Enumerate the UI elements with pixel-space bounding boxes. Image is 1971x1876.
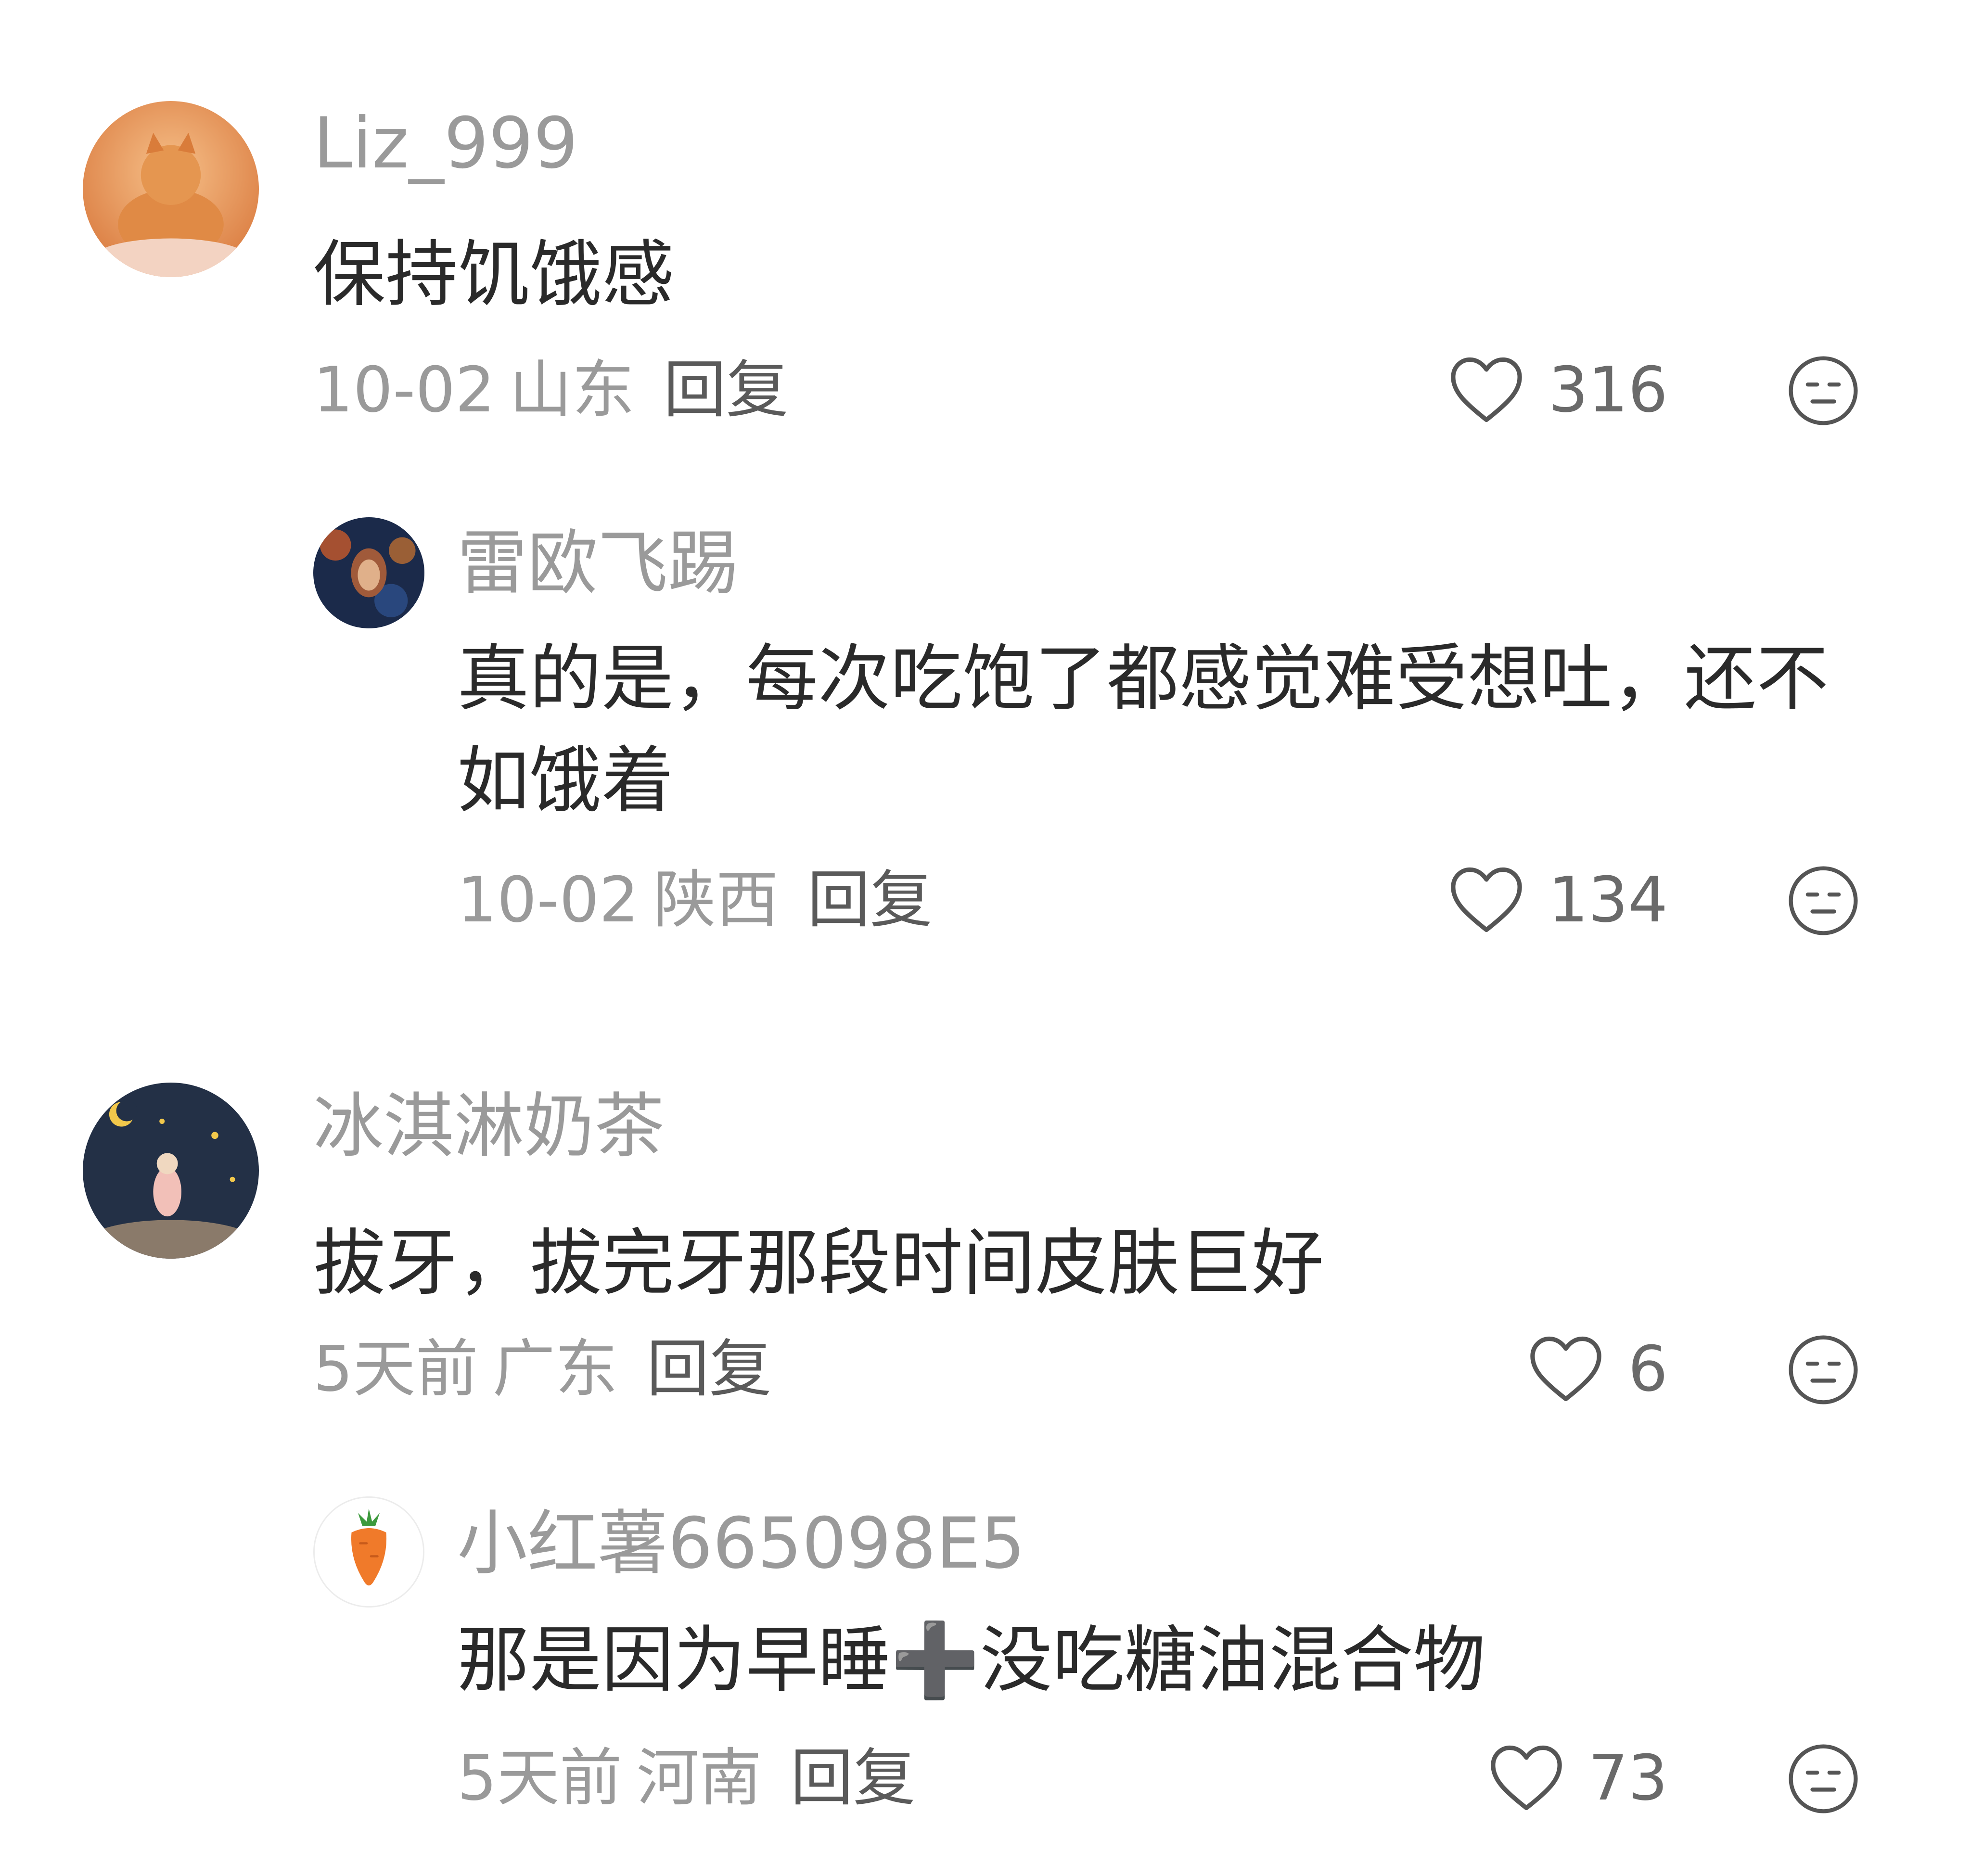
comment-text: 保持饥饿感 bbox=[313, 233, 675, 317]
like-button[interactable]: 134 bbox=[1448, 861, 1668, 938]
username[interactable]: 雷欧飞踢 bbox=[457, 528, 738, 599]
carrot-avatar-icon bbox=[315, 1498, 423, 1606]
like-button[interactable]: 316 bbox=[1448, 351, 1668, 428]
comment-date: 5天前 bbox=[457, 1741, 622, 1814]
avatar[interactable] bbox=[83, 1083, 259, 1259]
like-count: 134 bbox=[1548, 863, 1668, 936]
like-count: 6 bbox=[1628, 1332, 1668, 1405]
reply-button[interactable]: 回复 bbox=[664, 353, 789, 426]
comment-meta: 10-02 陕西 回复 bbox=[457, 868, 933, 931]
like-button[interactable]: 6 bbox=[1528, 1330, 1668, 1407]
meh-face-icon bbox=[1789, 1335, 1858, 1404]
dislike-button[interactable] bbox=[1786, 1742, 1860, 1816]
username[interactable]: 小红薯665098E5 bbox=[457, 1508, 1025, 1579]
comment-region: 山东 bbox=[509, 353, 635, 426]
like-button[interactable]: 73 bbox=[1488, 1739, 1668, 1816]
comment-date: 10-02 bbox=[457, 863, 639, 936]
comment-meta: 10-02 山东 回复 bbox=[313, 358, 789, 421]
heart-outline-icon bbox=[1451, 867, 1522, 932]
avatar[interactable] bbox=[83, 101, 259, 277]
reply-button[interactable]: 回复 bbox=[807, 863, 933, 936]
comment-region: 陕西 bbox=[653, 863, 779, 936]
username[interactable]: 冰淇淋奶茶 bbox=[313, 1091, 665, 1161]
night-sky-girl-avatar-icon bbox=[83, 1083, 259, 1259]
dislike-button[interactable] bbox=[1786, 354, 1860, 428]
comment-meta: 5天前 河南 回复 bbox=[457, 1747, 916, 1809]
reply-text: 真的是，每次吃饱了都感觉难受想吐，还不如饿着 bbox=[457, 637, 1829, 823]
comment-region: 河南 bbox=[636, 1741, 762, 1814]
heart-outline-icon bbox=[1530, 1336, 1602, 1402]
dislike-button[interactable] bbox=[1786, 1333, 1860, 1407]
meh-face-icon bbox=[1789, 356, 1858, 425]
comment-date: 5天前 bbox=[313, 1332, 478, 1405]
heart-outline-icon bbox=[1490, 1745, 1562, 1811]
reply-text: 那是因为早睡➕没吃糖油混合物 bbox=[457, 1619, 1485, 1702]
avatar[interactable] bbox=[313, 1496, 424, 1608]
heart-outline-icon bbox=[1451, 357, 1522, 422]
username[interactable]: Liz_999 bbox=[313, 108, 578, 179]
like-count: 73 bbox=[1588, 1741, 1668, 1814]
meh-face-icon bbox=[1789, 1744, 1858, 1813]
comment-text: 拔牙，拔完牙那段时间皮肤巨好 bbox=[313, 1222, 1324, 1305]
orange-cat-avatar-icon bbox=[83, 101, 259, 277]
comment-region: 广东 bbox=[492, 1332, 618, 1405]
comment-date: 10-02 bbox=[313, 353, 495, 426]
reply-button[interactable]: 回复 bbox=[791, 1741, 916, 1814]
dark-portrait-avatar-icon bbox=[313, 517, 424, 628]
comment-meta: 5天前 广东 回复 bbox=[313, 1338, 772, 1400]
like-count: 316 bbox=[1548, 353, 1668, 426]
dislike-button[interactable] bbox=[1786, 864, 1860, 938]
reply-button[interactable]: 回复 bbox=[647, 1332, 772, 1405]
meh-face-icon bbox=[1789, 866, 1858, 935]
avatar[interactable] bbox=[313, 517, 424, 628]
